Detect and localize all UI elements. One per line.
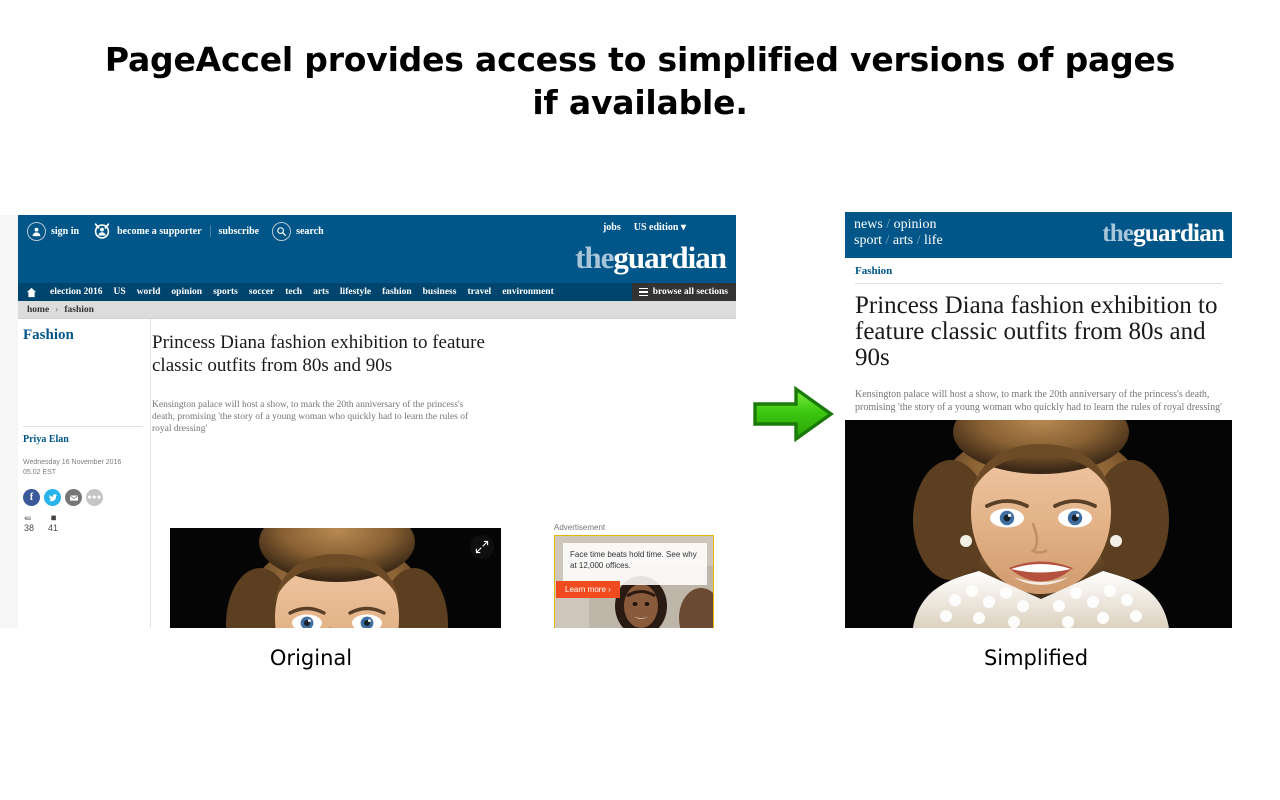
original-article-body: Fashion Priya Elan Wednesday 16 November… xyxy=(18,319,736,628)
comment-count-value: 41 xyxy=(48,523,59,533)
breadcrumb-home[interactable]: home xyxy=(27,305,49,315)
nav-item-tech[interactable]: tech xyxy=(285,287,302,297)
comment-count[interactable]: ◾ 41 xyxy=(48,513,59,533)
edition-label: US edition xyxy=(633,222,679,233)
publish-date: Wednesday 16 November 2016 05.02 EST xyxy=(23,458,143,477)
simplified-article-photo[interactable] xyxy=(845,420,1232,628)
share-buttons-row: f ••• xyxy=(23,489,143,506)
share-count-value: 38 xyxy=(24,523,35,533)
simplified-header: news / opinion sport / arts / life thegu… xyxy=(845,212,1232,258)
simplified-headline[interactable]: Princess Diana fashion exhibition to fea… xyxy=(855,284,1222,371)
breadcrumb-fashion[interactable]: fashion xyxy=(64,305,94,315)
caption-original: Original xyxy=(269,646,353,670)
share-arrow-icon: ⇚ xyxy=(24,513,32,523)
search-link[interactable]: search xyxy=(296,226,324,237)
nav-item-election-2016[interactable]: election 2016 xyxy=(50,287,103,297)
supporter-badge-icon xyxy=(92,221,112,241)
article-sidebar: Fashion Priya Elan Wednesday 16 November… xyxy=(18,319,151,628)
nav-item-fashion[interactable]: fashion xyxy=(382,287,412,297)
simplified-nav-life[interactable]: life xyxy=(924,233,943,248)
simplified-screenshot-panel: news / opinion sport / arts / life thegu… xyxy=(845,212,1232,628)
browse-all-sections-label: browse all sections xyxy=(652,287,728,297)
simplified-nav-arts[interactable]: arts xyxy=(893,233,913,248)
byline-block: Priya Elan Wednesday 16 November 2016 05… xyxy=(23,426,143,533)
account-bar-left-group: sign in become a supporter subscribe sea… xyxy=(27,220,324,242)
nav-item-environment[interactable]: environment xyxy=(502,287,554,297)
divider xyxy=(209,225,211,237)
transform-arrow xyxy=(752,385,834,443)
hamburger-icon xyxy=(638,287,648,297)
nav-item-sports[interactable]: sports xyxy=(213,287,238,297)
nav-item-us[interactable]: US xyxy=(114,287,126,297)
publish-date-text: Wednesday 16 November 2016 xyxy=(23,459,122,466)
become-supporter-link[interactable]: become a supporter xyxy=(117,226,201,237)
nav-item-business[interactable]: business xyxy=(423,287,457,297)
nav-item-opinion[interactable]: opinion xyxy=(171,287,202,297)
advertisement-block: Advertisement Face time beats hold time.… xyxy=(554,523,714,628)
simplified-nav-news[interactable]: news xyxy=(854,217,883,232)
advertisement-label: Advertisement xyxy=(554,523,606,532)
ad-headline: Face time beats hold time. See why at 12… xyxy=(563,543,707,585)
slash-separator-icon: / xyxy=(886,217,891,232)
more-share-options-icon[interactable]: ••• xyxy=(86,489,103,506)
home-icon[interactable] xyxy=(26,287,37,298)
browse-all-sections-button[interactable]: browse all sections xyxy=(631,283,736,301)
engagement-counts: ⇚ 38 ◾ 41 xyxy=(23,513,143,533)
diana-portrait-image xyxy=(170,528,501,628)
user-avatar-icon xyxy=(27,221,46,241)
original-screenshot-panel: sign in become a supporter subscribe sea… xyxy=(18,215,736,628)
facebook-share-icon[interactable]: f xyxy=(23,489,40,506)
guardian-section-nav: election 2016 US world opinion sports so… xyxy=(18,283,736,301)
guardian-account-bar: sign in become a supporter subscribe sea… xyxy=(18,215,736,283)
comment-bubble-icon: ◾ xyxy=(48,513,60,523)
account-bar-right-group: jobs US edition ▾ xyxy=(603,222,686,233)
guardian-logo[interactable]: theguardian xyxy=(575,240,727,275)
sign-in-link[interactable]: sign in xyxy=(51,226,79,237)
publish-time-text: 05.02 EST xyxy=(23,468,57,476)
nav-item-lifestyle[interactable]: lifestyle xyxy=(340,287,371,297)
twitter-share-icon[interactable] xyxy=(44,489,61,506)
simplified-nav-sport[interactable]: sport xyxy=(854,233,882,248)
jobs-link[interactable]: jobs xyxy=(603,222,621,233)
subscribe-link[interactable]: subscribe xyxy=(219,226,260,237)
simplified-section-kicker[interactable]: Fashion xyxy=(855,258,1222,284)
simplified-standfirst: Kensington palace will host a show, to m… xyxy=(855,389,1222,413)
logo-the: the xyxy=(575,240,614,275)
nav-item-soccer[interactable]: soccer xyxy=(249,287,274,297)
author-name[interactable]: Priya Elan xyxy=(23,434,143,445)
ad-learn-more-button[interactable]: Learn more › xyxy=(556,581,620,598)
email-share-icon[interactable] xyxy=(65,489,82,506)
article-photo[interactable] xyxy=(170,528,501,628)
simplified-nav-opinion[interactable]: opinion xyxy=(894,217,937,232)
slash-separator-icon: / xyxy=(916,233,921,248)
advertisement-creative[interactable]: Face time beats hold time. See why at 12… xyxy=(554,535,714,628)
caption-simplified: Simplified xyxy=(983,646,1089,670)
chevron-down-icon: ▾ xyxy=(680,222,686,233)
left-edge-strip xyxy=(0,215,18,628)
nav-item-travel[interactable]: travel xyxy=(467,287,491,297)
logo-guardian: guardian xyxy=(1133,220,1225,247)
logo-the: the xyxy=(1102,220,1134,247)
slash-separator-icon: / xyxy=(885,233,890,248)
logo-guardian: guardian xyxy=(613,240,727,275)
page-title: PageAccel provides access to simplified … xyxy=(104,40,1176,122)
edition-selector[interactable]: US edition ▾ xyxy=(634,222,686,233)
search-icon[interactable] xyxy=(272,221,292,241)
article-standfirst: Kensington palace will host a show, to m… xyxy=(152,400,469,434)
article-main-column: Princess Diana fashion exhibition to fea… xyxy=(151,319,736,628)
nav-item-world[interactable]: world xyxy=(137,287,161,297)
expand-image-icon[interactable] xyxy=(470,535,494,559)
nav-item-arts[interactable]: arts xyxy=(313,287,329,297)
diana-portrait-image-simplified xyxy=(845,420,1232,628)
section-kicker[interactable]: Fashion xyxy=(18,319,150,344)
breadcrumb-separator-icon: › xyxy=(55,304,59,315)
share-count: ⇚ 38 xyxy=(24,513,34,533)
slide-root: PageAccel provides access to simplified … xyxy=(0,0,1280,800)
simplified-guardian-logo[interactable]: theguardian xyxy=(1102,220,1225,247)
simplified-article-body: Fashion Princess Diana fashion exhibitio… xyxy=(845,258,1232,414)
breadcrumb: home › fashion xyxy=(18,301,736,319)
article-headline[interactable]: Princess Diana fashion exhibition to fea… xyxy=(152,331,492,377)
